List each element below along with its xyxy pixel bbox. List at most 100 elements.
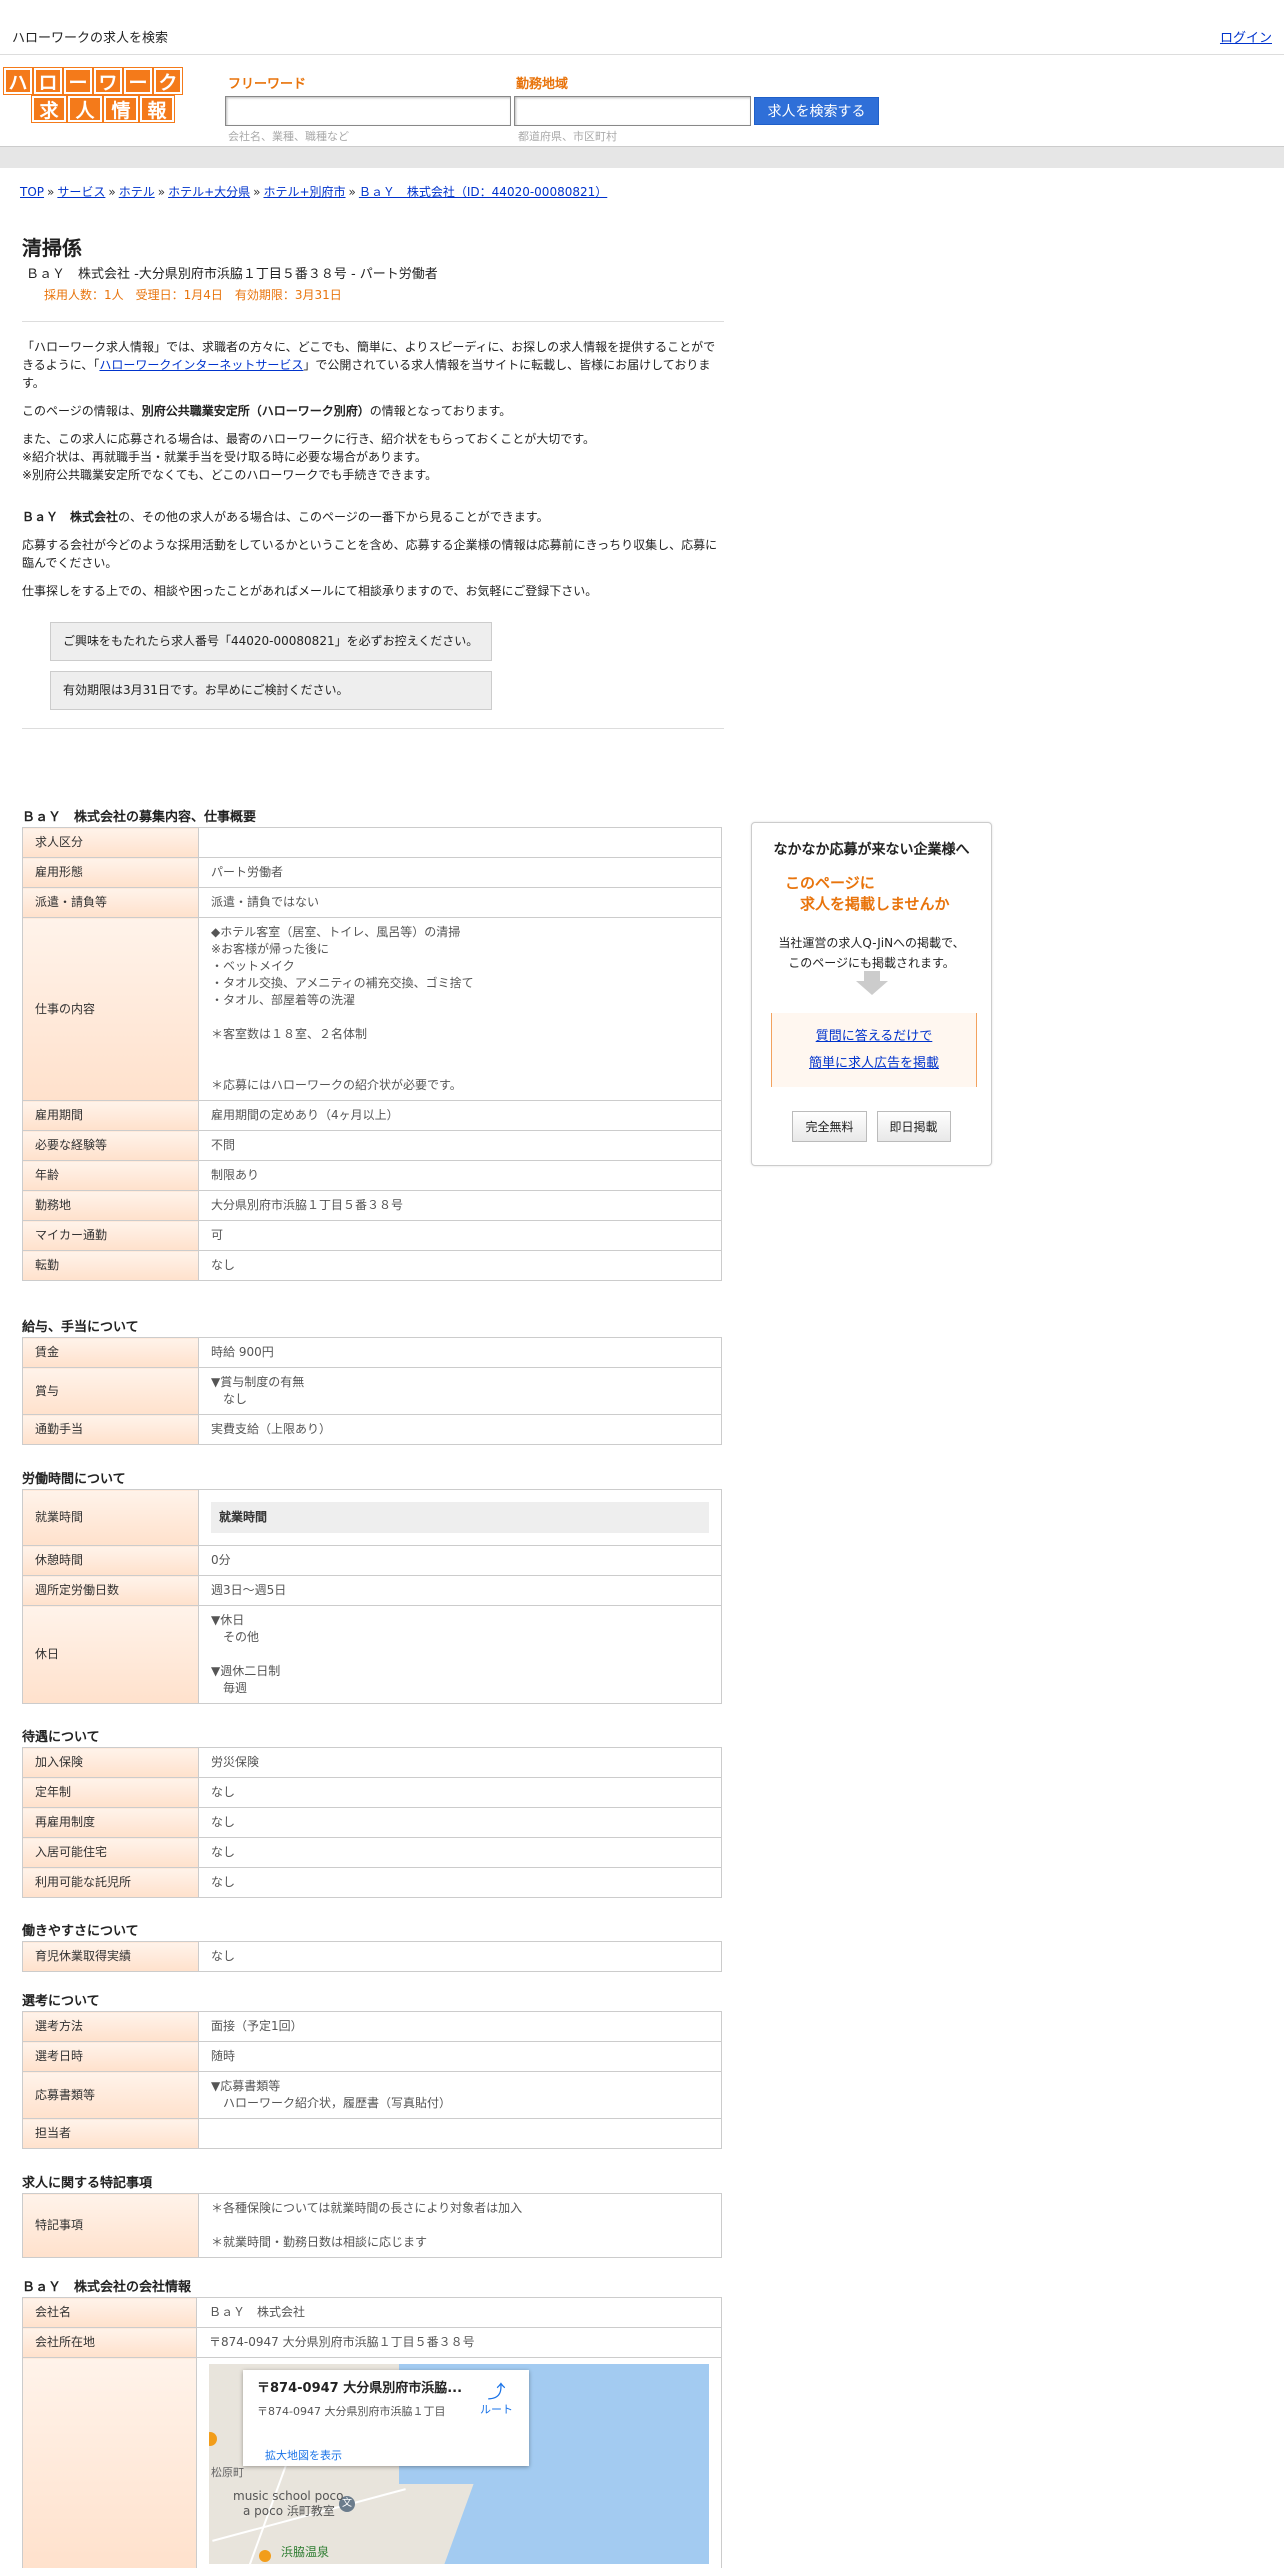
row-key: 年齢 — [22, 1160, 199, 1191]
logo-char: 求 — [31, 95, 67, 123]
job-intro: 清掃係 ＢａＹ 株式会社 -大分県別府市浜脇１丁目５番３８号 - パート労働者 … — [22, 232, 724, 745]
route-icon: ⤴ — [487, 2382, 506, 2403]
map-label: 松原町 — [211, 2466, 244, 2479]
row-value: なし — [198, 1250, 722, 1281]
breadcrumb-hotel-beppu[interactable]: ホテル+別府市 — [263, 185, 345, 199]
hellowork-logo[interactable]: ハ ロ ー ワ ー ク 求 人 情 報 — [3, 67, 183, 126]
info-table: 特記事項 ＊各種保険については就業時間の長さにより対象者は加入 ＊就業時間・勤務日… — [22, 2193, 722, 2258]
table-row: 再雇用制度 なし — [22, 1807, 722, 1838]
table-row: 派遣・請負等 派遣・請負ではない — [22, 887, 722, 918]
area-hint: 都道府県、市区町村 — [518, 130, 617, 143]
breadcrumb: TOP» サービス» ホテル» ホテル+大分県» ホテル+別府市» ＢａＹ 株式会社（ID… — [20, 185, 608, 199]
intro-consult: 仕事探しをする上での、相談や困ったことがあればメールにて相談承りますので、お気軽… — [22, 584, 598, 598]
table-row: 特記事項 ＊各種保険については就業時間の長さにより対象者は加入 ＊就業時間・勤務日… — [22, 2193, 722, 2258]
row-value: 〒874-0947 大分県別府市浜脇１丁目５番３８号 — [196, 2327, 722, 2358]
logo-char: ク — [153, 67, 183, 95]
breadcrumb-company[interactable]: ＢａＹ 株式会社（ID：44020-00080821） — [359, 185, 607, 199]
info-table: 加入保険 労災保険 定年制 なし 再雇用制度 なし 入居可能住宅 なし 利用可能な託児所 なし — [22, 1747, 722, 1898]
table-row: 通勤手当 実費支給（上限あり） — [22, 1414, 722, 1445]
row-value: 雇用期間の定めあり（4ヶ月以上） — [198, 1100, 722, 1131]
answer-questions-link[interactable]: 質問に答えるだけで — [816, 1029, 933, 1044]
top-bar: ハローワークの求人を検索 ログイン — [0, 0, 1284, 55]
intro-paragraph: 「ハローワーク求人情報」では、求職者の方々に、どこでも、簡単に、よりスピーディに… — [22, 340, 716, 390]
header-divider-bar — [0, 146, 1284, 168]
hellowork-internet-link[interactable]: ハローワークインターネットサービス — [99, 358, 303, 372]
row-value: 面接（予定1回） — [198, 2011, 722, 2042]
row-key: 転勤 — [22, 1250, 199, 1281]
table-row: 仕事の内容 ◆ホテル客室（居室、トイレ、風呂等）の清掃 ※お客様が帰った後に ・ベ… — [22, 917, 722, 1101]
section-ease: 働きやすさについて 育児休業取得実績 なし — [22, 1920, 722, 1972]
area-input[interactable] — [514, 96, 751, 126]
intro-apply-note-3: ※別府公共職業安定所でなくても、どこのハローワークでも手続きできます。 — [22, 468, 438, 482]
section-title: 求人に関する特記事項 — [22, 2176, 153, 2191]
table-row: 選考日時 随時 — [22, 2041, 722, 2072]
post-ad-link[interactable]: 簡単に求人広告を掲載 — [809, 1056, 939, 1071]
search-button[interactable]: 求人を検索する — [754, 97, 879, 125]
table-row: 週所定労働日数 週3日〜週5日 — [22, 1575, 722, 1606]
info-table: 賃金 時給 900円 賞与 ▼賞与制度の有無 なし 通勤手当 実費支給（上限あり） — [22, 1337, 722, 1445]
row-key: 特記事項 — [22, 2193, 199, 2258]
section-time: 労働時間について 就業時間 就業時間 休憩時間 0分 週所定労働日数 週3日〜週5日休… — [22, 1468, 722, 1704]
row-key — [22, 2357, 197, 2568]
row-key: 就業時間 — [22, 1489, 199, 1546]
logo-char: 情 — [103, 95, 139, 123]
intro-apply-note-2: ※紹介状は、再就職手当・就業手当を受け取る時に必要な場合があります。 — [22, 450, 427, 464]
map-enlarge-link[interactable]: 拡大地図を表示 — [265, 2447, 342, 2464]
row-key: 通勤手当 — [22, 1414, 199, 1445]
logo-char: 人 — [67, 95, 103, 123]
row-key: 派遣・請負等 — [22, 887, 199, 918]
divider — [22, 321, 724, 322]
breadcrumb-top[interactable]: TOP — [20, 185, 44, 199]
notice-expiry: 有効期限は3月31日です。お早めにご検討ください。 — [50, 671, 492, 710]
row-key: 休日 — [22, 1605, 199, 1704]
sidebox-description: 当社運営の求人Q-JiNへの掲載で、 このページにも掲載されます。 — [778, 936, 965, 970]
row-key: 勤務地 — [22, 1190, 199, 1221]
row-key: 定年制 — [22, 1777, 199, 1808]
row-value: 実費支給（上限あり） — [198, 1414, 722, 1445]
map-card-address: 〒874-0947 大分県別府市浜脇１丁目 — [257, 2405, 446, 2418]
job-title: 清掃係 — [22, 236, 82, 260]
row-key: 仕事の内容 — [22, 917, 199, 1101]
table-row: 必要な経験等 不問 — [22, 1130, 722, 1161]
map-route-button[interactable]: ⤴ ルート — [480, 2384, 513, 2418]
map-info-card: 〒874-0947 大分県別府市浜脇... 〒874-0947 大分県別府市浜脇… — [243, 2370, 529, 2466]
map-label: 浜脇温泉 — [281, 2545, 330, 2559]
same-day-button[interactable]: 即日掲載 — [876, 1111, 951, 1142]
info-table: 育児休業取得実績 なし — [22, 1941, 722, 1972]
row-value: 派遣・請負ではない — [198, 887, 722, 918]
sidebox-buttons: 完全無料 即日掲載 — [752, 1111, 991, 1142]
section-title: 労働時間について — [22, 1472, 126, 1487]
table-row: 選考方法 面接（予定1回） — [22, 2011, 722, 2042]
row-value: ▼応募書類等 ハローワーク紹介状，履歴書（写真貼付） — [198, 2071, 722, 2119]
table-row: 賃金 時給 900円 — [22, 1337, 722, 1368]
table-row: 雇用形態 パート労働者 — [22, 857, 722, 888]
row-key: 会社所在地 — [22, 2327, 197, 2358]
divider — [22, 728, 724, 729]
logo-char: 報 — [139, 95, 175, 123]
breadcrumb-hotel[interactable]: ホテル — [119, 185, 155, 199]
table-row: 担当者 — [22, 2118, 722, 2149]
freeword-hint: 会社名、業種、職種など — [228, 130, 349, 143]
freeword-input[interactable] — [225, 96, 511, 126]
section-title: ＢａＹ 株式会社の募集内容、仕事概要 — [22, 810, 257, 825]
section-title: 選考について — [22, 1994, 100, 2009]
row-key: 求人区分 — [22, 827, 199, 858]
login-link[interactable]: ログイン — [1220, 27, 1272, 46]
row-value: ＢａＹ 株式会社 — [196, 2297, 722, 2328]
breadcrumb-service[interactable]: サービス — [57, 185, 105, 199]
row-key: 再雇用制度 — [22, 1807, 199, 1838]
company-map[interactable]: 文 松原町 music school poco a poco 浜町教室 浜脇温泉… — [209, 2364, 709, 2564]
free-button[interactable]: 完全無料 — [792, 1111, 867, 1142]
intro-apply-note: また、この求人に応募される場合は、最寄のハローワークに行き、紹介状をもらっておく… — [22, 432, 596, 446]
section-special: 求人に関する特記事項 特記事項 ＊各種保険については就業時間の長さにより対象者は加… — [22, 2172, 722, 2258]
info-table: 会社名 ＢａＹ 株式会社 会社所在地 〒874-0947 大分県別府市浜脇１丁目５番３… — [22, 2297, 722, 2568]
table-row: 会社所在地 〒874-0947 大分県別府市浜脇１丁目５番３８号 — [22, 2327, 722, 2358]
map-label: a poco 浜町教室 — [243, 2504, 335, 2518]
sidebox-title: なかなか応募が来ない企業様へ — [773, 842, 970, 858]
map-card-title: 〒874-0947 大分県別府市浜脇... — [257, 2381, 463, 2396]
breadcrumb-hotel-oita[interactable]: ホテル+大分県 — [168, 185, 250, 199]
row-key: 担当者 — [22, 2118, 199, 2149]
row-value: 可 — [198, 1220, 722, 1251]
row-value — [198, 2118, 722, 2149]
row-value: 制限あり — [198, 1160, 722, 1191]
